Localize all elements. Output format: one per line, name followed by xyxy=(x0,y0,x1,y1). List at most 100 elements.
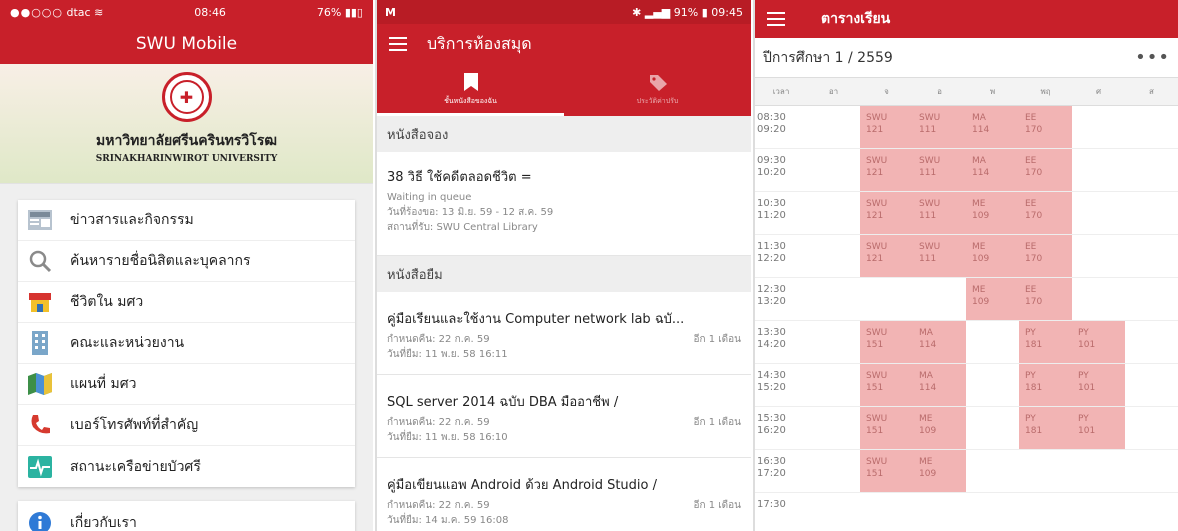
borrow-date: วันที่ยืม: 14 ม.ค. 59 16:08 xyxy=(387,515,509,526)
class-block[interactable]: PY 101 xyxy=(1072,407,1125,449)
class-block[interactable]: PY 101 xyxy=(1072,321,1125,363)
empty-slot xyxy=(860,493,913,531)
menu-item-label: ค้นหารายชื่อนิสิตและบุคลากร xyxy=(70,253,251,269)
menu-icon[interactable] xyxy=(767,12,785,26)
class-block[interactable]: SWU 121 xyxy=(860,192,913,234)
empty-slot xyxy=(807,321,860,363)
schedule-row: 08:30 09:20 SWU 121 SWU 111 MA 114 EE 170 xyxy=(755,106,1178,149)
info-icon xyxy=(28,511,52,531)
class-block[interactable]: MA 114 xyxy=(913,364,966,406)
class-block[interactable]: SWU 111 xyxy=(913,106,966,148)
tab-my-bookshelf[interactable]: ชั้นหนังสือของฉัน xyxy=(377,64,564,116)
wifi-icon: ≋ xyxy=(94,5,104,19)
class-block[interactable]: EE 170 xyxy=(1019,106,1072,148)
class-block[interactable]: SWU 111 xyxy=(913,235,966,277)
class-block[interactable]: PY 181 xyxy=(1019,407,1072,449)
class-block[interactable]: SWU 111 xyxy=(913,149,966,191)
class-block[interactable]: SWU 121 xyxy=(860,106,913,148)
borrow-date: วันที่ยืม: 11 พ.ย. 58 16:11 xyxy=(387,349,508,360)
library-service-screen: M ✱ ▂▄▆ 91% ▮ 09:45 บริการห้องสมุด ชั้นห… xyxy=(375,0,751,531)
book-due-row: กำหนดคืน: 22 ก.ค. 59 อีก 1 เดือน xyxy=(387,415,741,430)
empty-slot xyxy=(966,450,1019,492)
class-block[interactable]: SWU 151 xyxy=(860,450,913,492)
page-title: บริการห้องสมุด xyxy=(427,33,532,53)
class-block[interactable]: MA 114 xyxy=(913,321,966,363)
class-block[interactable]: EE 170 xyxy=(1019,149,1072,191)
class-block[interactable]: ME 109 xyxy=(966,278,1019,320)
clock: 08:46 xyxy=(194,5,226,19)
class-block[interactable]: EE 170 xyxy=(1019,278,1072,320)
class-block[interactable]: EE 170 xyxy=(1019,235,1072,277)
borrowed-books-header: หนังสือยืม xyxy=(377,256,751,292)
empty-slot xyxy=(1125,450,1178,492)
empty-slot xyxy=(1125,364,1178,406)
book-title: คู่มือเขียนแอพ Android ด้วย Android Stud… xyxy=(387,478,657,493)
class-block[interactable]: SWU 151 xyxy=(860,364,913,406)
time-slot: 11:30 12:20 xyxy=(757,241,786,264)
empty-slot xyxy=(807,278,860,320)
news-icon xyxy=(28,208,52,232)
empty-slot xyxy=(807,149,860,191)
class-block[interactable]: PY 181 xyxy=(1019,364,1072,406)
class-block[interactable]: PY 101 xyxy=(1072,364,1125,406)
tab-fine-history[interactable]: ประวัติค่าปรับ xyxy=(564,64,751,116)
header-day: อา xyxy=(828,87,839,96)
menu-item-label: เบอร์โทรศัพท์ที่สำคัญ xyxy=(70,417,199,433)
schedule-row: 14:30 15:20 SWU 151 MA 114 PY 181 PY 101 xyxy=(755,364,1178,407)
menu-item-search-people[interactable]: ค้นหารายชื่อนิสิตและบุคลากร xyxy=(18,241,355,282)
status-bar: M ✱ ▂▄▆ 91% ▮ 09:45 xyxy=(377,0,751,24)
more-options-icon[interactable]: ••• xyxy=(1135,47,1170,68)
empty-slot xyxy=(807,192,860,234)
phone-icon xyxy=(28,413,52,437)
academic-year-bar: ปีการศึกษา 1 / 2559 ••• xyxy=(755,38,1178,78)
class-block[interactable]: ME 109 xyxy=(966,192,1019,234)
borrowed-book-item[interactable]: SQL server 2014 ฉบับ DBA มืออาชีพ / กำหน… xyxy=(377,375,751,458)
bluetooth-icon: ✱ xyxy=(632,5,642,19)
class-block[interactable]: SWU 151 xyxy=(860,321,913,363)
menu-item-phone-numbers[interactable]: เบอร์โทรศัพท์ที่สำคัญ xyxy=(18,405,355,446)
reserved-book-item[interactable]: 38 วิธี ใช้คดีตลอดชีวิต = Waiting in que… xyxy=(377,152,751,256)
menu-item-news[interactable]: ข่าวสารและกิจกรรม xyxy=(18,200,355,241)
borrowed-book-item[interactable]: คู่มือเขียนแอพ Android ด้วย Android Stud… xyxy=(377,458,751,531)
empty-slot xyxy=(1125,493,1178,531)
header-day: อ xyxy=(937,87,942,96)
class-block[interactable]: ME 109 xyxy=(966,235,1019,277)
menu-item-map[interactable]: แผนที่ มศว xyxy=(18,364,355,405)
empty-slot xyxy=(807,493,860,531)
university-name-thai: มหาวิทยาลัยศรีนครินทรวิโรฒ xyxy=(96,133,277,149)
class-block[interactable]: PY 181 xyxy=(1019,321,1072,363)
empty-slot xyxy=(1125,106,1178,148)
tag-icon xyxy=(648,73,668,93)
class-block[interactable]: SWU 121 xyxy=(860,149,913,191)
header-day: จ xyxy=(884,87,889,96)
empty-slot xyxy=(1072,235,1125,277)
due-date: กำหนดคืน: 22 ก.ค. 59 xyxy=(387,417,490,428)
class-block[interactable]: ME 109 xyxy=(913,450,966,492)
due-date: กำหนดคืน: 22 ก.ค. 59 xyxy=(387,334,490,345)
time-remaining: อีก 1 เดือน xyxy=(693,417,741,428)
university-banner: ✚ มหาวิทยาลัยศรีนครินทรวิโรฒ SRINAKHARIN… xyxy=(0,64,373,184)
menu-item-about[interactable]: เกี่ยวกับเรา xyxy=(18,501,355,531)
menu-icon[interactable] xyxy=(389,37,407,51)
class-block[interactable]: SWU 111 xyxy=(913,192,966,234)
time-slot: 12:30 13:20 xyxy=(757,284,786,307)
empty-slot xyxy=(1125,149,1178,191)
app-bar: ตารางเรียน xyxy=(755,0,1178,38)
class-block[interactable]: MA 114 xyxy=(966,106,1019,148)
empty-slot xyxy=(913,278,966,320)
class-block[interactable]: EE 170 xyxy=(1019,192,1072,234)
class-block[interactable]: SWU 121 xyxy=(860,235,913,277)
empty-slot xyxy=(1019,493,1072,531)
menu-item-network-status[interactable]: สถานะเครือข่ายบัวศรี xyxy=(18,446,355,487)
class-block[interactable]: SWU 151 xyxy=(860,407,913,449)
menu-item-campus-life[interactable]: ชีวิตใน มศว xyxy=(18,282,355,323)
empty-slot xyxy=(1125,321,1178,363)
time-slot: 16:30 17:20 xyxy=(757,456,786,479)
menu-item-faculties[interactable]: คณะและหน่วยงาน xyxy=(18,323,355,364)
borrowed-book-item[interactable]: คู่มือเรียนและใช้งาน Computer network la… xyxy=(377,292,751,375)
class-block[interactable]: MA 114 xyxy=(966,149,1019,191)
header-day: ส xyxy=(1149,87,1154,96)
store-icon xyxy=(28,290,52,314)
class-block[interactable]: ME 109 xyxy=(913,407,966,449)
book-title: คู่มือเรียนและใช้งาน Computer network la… xyxy=(387,312,685,327)
